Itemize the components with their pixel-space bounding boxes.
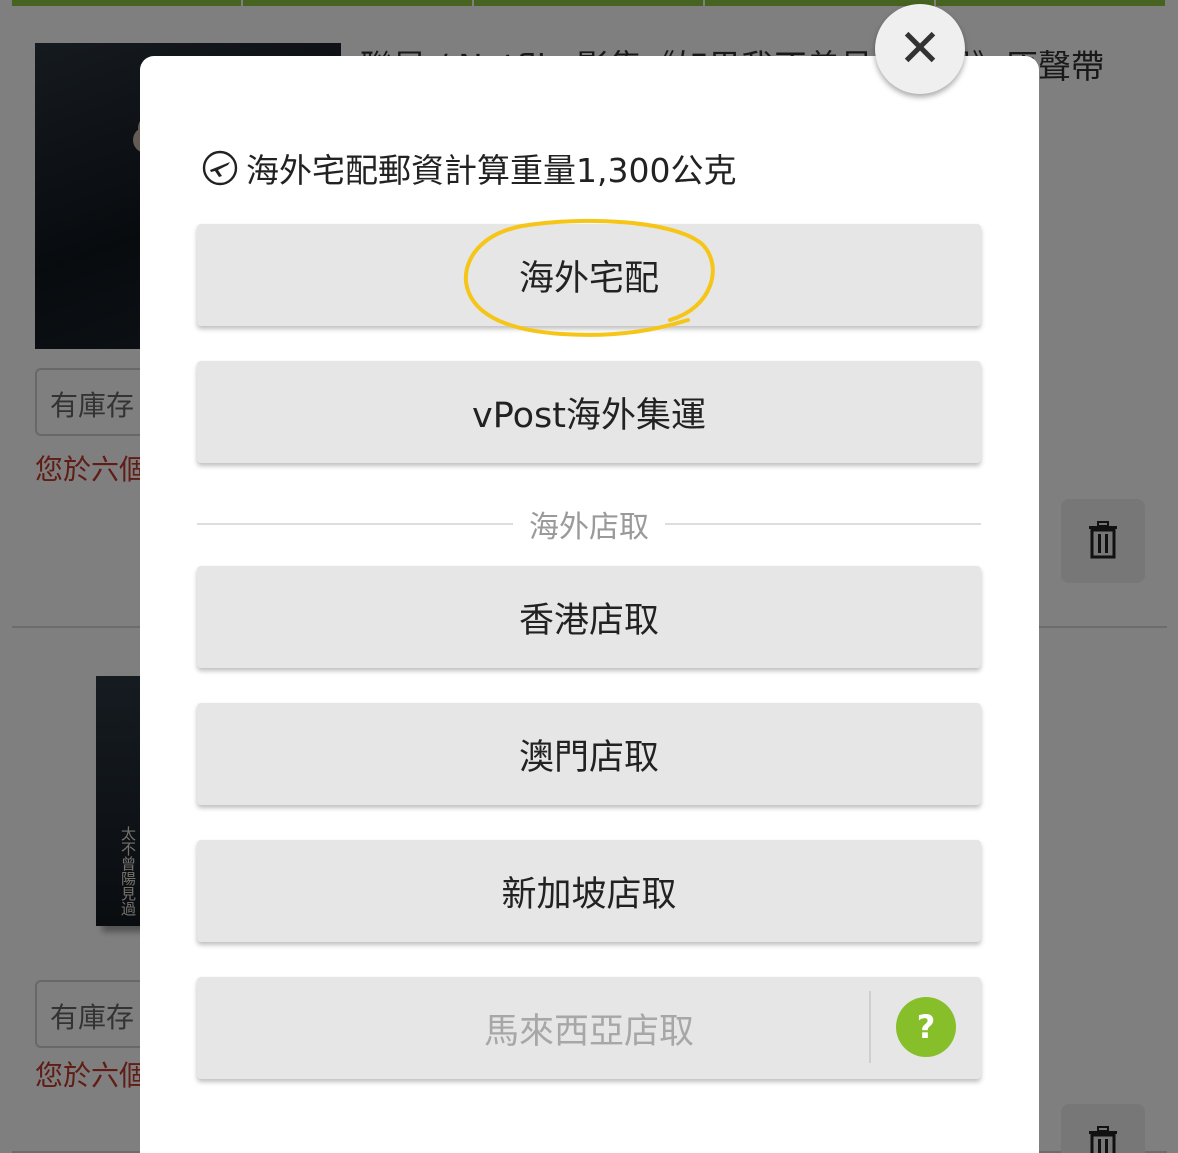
option-label: 香港店取 bbox=[518, 600, 659, 641]
option-label: 馬來西亞店取 bbox=[483, 1011, 694, 1052]
option-macau-pickup[interactable]: 澳門店取 bbox=[197, 703, 981, 805]
option-singapore-pickup[interactable]: 新加坡店取 bbox=[197, 840, 981, 942]
shipping-weight: 海外宅配郵資計算重量1,300公克 bbox=[202, 146, 736, 190]
option-hongkong-pickup[interactable]: 香港店取 bbox=[197, 566, 981, 668]
option-label: 澳門店取 bbox=[518, 737, 659, 778]
divider-label: 海外店取 bbox=[529, 510, 649, 545]
option-label: 海外宅配 bbox=[518, 258, 659, 299]
option-malaysia-pickup: 馬來西亞店取 ? bbox=[197, 977, 981, 1079]
section-divider: 海外店取 bbox=[197, 502, 981, 546]
option-vpost[interactable]: vPost海外集運 bbox=[197, 361, 981, 463]
airplane-icon bbox=[202, 150, 238, 186]
option-separator bbox=[869, 991, 871, 1063]
close-icon: ✕ bbox=[898, 19, 942, 79]
shipping-method-dialog: 海外宅配郵資計算重量1,300公克 海外宅配 vPost海外集運 海外店取 香港… bbox=[140, 56, 1039, 1153]
option-label: vPost海外集運 bbox=[472, 395, 706, 436]
option-label: 新加坡店取 bbox=[501, 874, 677, 915]
shipping-weight-text: 海外宅配郵資計算重量1,300公克 bbox=[246, 151, 737, 190]
help-button[interactable]: ? bbox=[896, 997, 956, 1057]
option-overseas-home-delivery[interactable]: 海外宅配 bbox=[197, 224, 981, 326]
close-button[interactable]: ✕ bbox=[875, 4, 965, 94]
help-icon: ? bbox=[916, 1008, 936, 1046]
